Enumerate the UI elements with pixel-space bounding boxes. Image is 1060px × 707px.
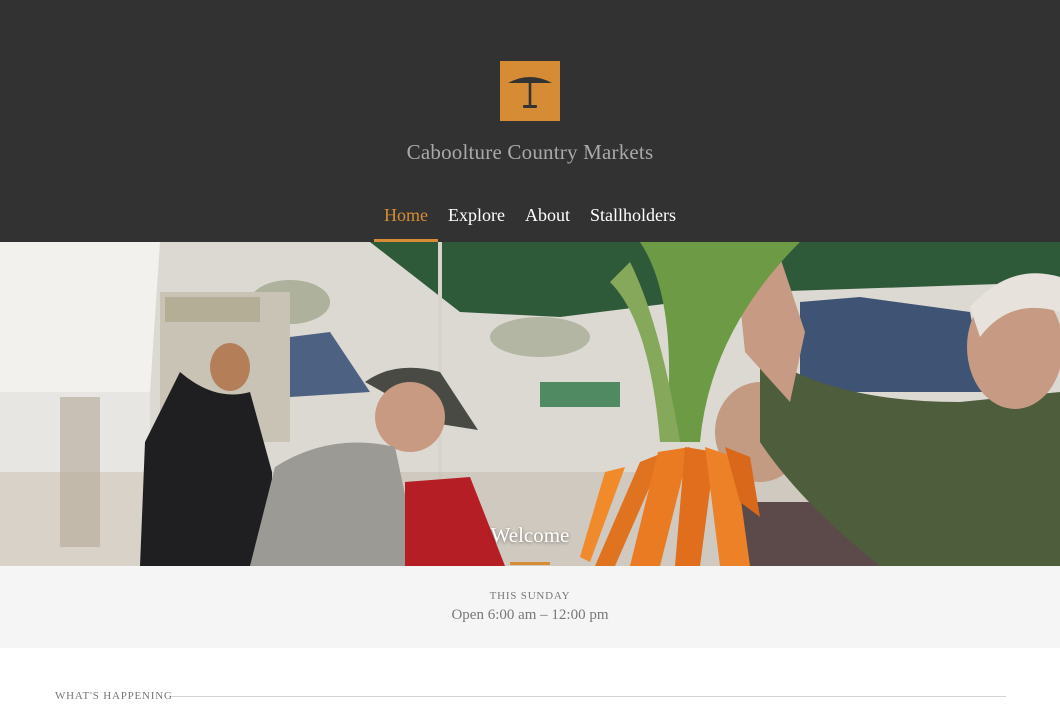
site-header: Caboolture Country Markets Home Explore … bbox=[0, 0, 1060, 242]
hours-text: Open 6:00 am – 12:00 pm bbox=[451, 607, 609, 623]
hero-title-underline bbox=[510, 562, 550, 565]
main-nav: Home Explore About Stallholders bbox=[0, 203, 1060, 242]
section-heading: What's Happening bbox=[55, 690, 173, 702]
nav-item-explore[interactable]: Explore bbox=[438, 203, 515, 242]
hero-title: Welcome bbox=[490, 523, 570, 547]
market-umbrella-icon bbox=[508, 77, 552, 108]
nav-item-home[interactable]: Home bbox=[374, 203, 438, 242]
nav-item-stallholders[interactable]: Stallholders bbox=[580, 203, 686, 242]
hours-label: This Sunday bbox=[489, 590, 571, 602]
hero-banner: Welcome bbox=[0, 242, 1060, 566]
hero-image bbox=[0, 242, 1060, 566]
nav-item-about[interactable]: About bbox=[515, 203, 580, 242]
site-logo[interactable] bbox=[500, 61, 560, 121]
opening-hours-bar: This Sunday Open 6:00 am – 12:00 pm bbox=[0, 566, 1060, 648]
section-divider bbox=[172, 696, 1006, 697]
site-title[interactable]: Caboolture Country Markets bbox=[0, 140, 1060, 165]
